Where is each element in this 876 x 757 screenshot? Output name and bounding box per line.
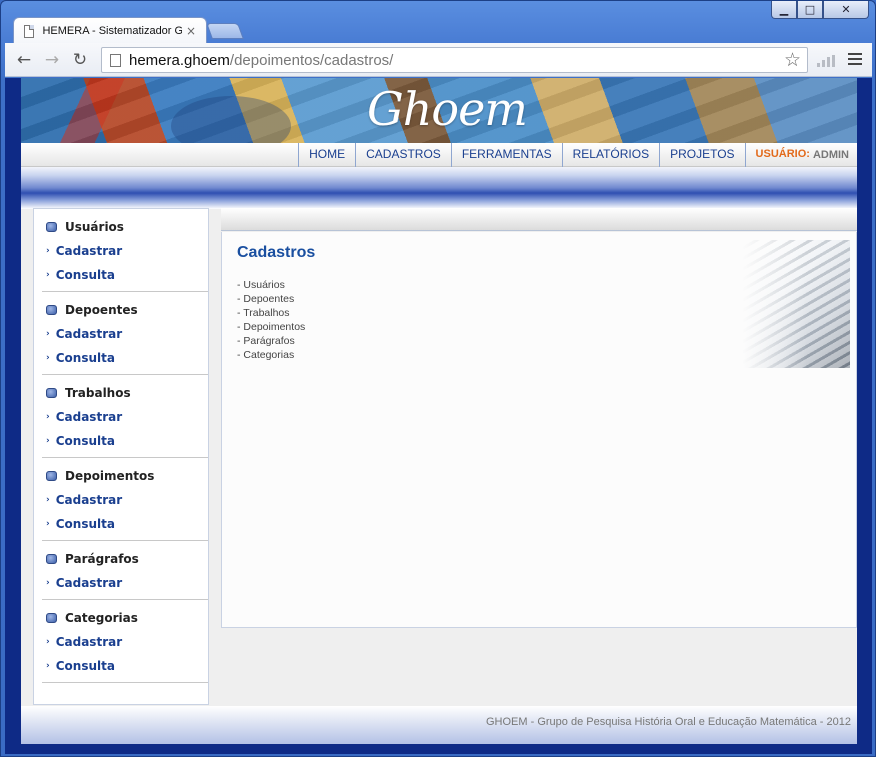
tab-title: HEMERA - Sistematizador GHOEM bbox=[42, 25, 182, 37]
list-item-depoentes[interactable]: - Depoentes bbox=[237, 292, 305, 306]
chevron-right-icon: › bbox=[46, 578, 50, 588]
menu-icon[interactable] bbox=[848, 53, 862, 68]
sidebar-link-usuarios-consulta[interactable]: › Consulta bbox=[42, 263, 208, 287]
page-title: Cadastros bbox=[237, 244, 316, 261]
page-viewport: Ghoem HOME CADASTROS FERRAMENTAS RELATÓR… bbox=[5, 78, 872, 754]
chevron-right-icon: › bbox=[46, 270, 50, 280]
nav-projetos[interactable]: PROJETOS bbox=[659, 143, 744, 167]
sidebar-link-depoentes-cadastrar[interactable]: › Cadastrar bbox=[42, 322, 208, 346]
sidebar-group-title: Trabalhos bbox=[65, 386, 131, 400]
sidebar-group-depoimentos: Depoimentos › Cadastrar › Consulta bbox=[42, 458, 208, 541]
list-item-depoimentos[interactable]: - Depoimentos bbox=[237, 320, 305, 334]
cadastros-list: - Usuários - Depoentes - Trabalhos - Dep… bbox=[237, 278, 305, 362]
page-icon bbox=[24, 24, 35, 38]
chevron-right-icon: › bbox=[46, 412, 50, 422]
site-logo[interactable]: Ghoem bbox=[367, 82, 528, 136]
bookmark-star-icon[interactable]: ☆ bbox=[784, 49, 801, 71]
bullet-icon bbox=[46, 305, 57, 315]
decorative-band bbox=[21, 167, 857, 209]
sidebar-link-trabalhos-cadastrar[interactable]: › Cadastrar bbox=[42, 405, 208, 429]
content-header-bar bbox=[221, 208, 857, 231]
window-controls: ▁ □ ✕ bbox=[771, 1, 869, 19]
footer-text: GHOEM - Grupo de Pesquisa História Oral … bbox=[486, 716, 851, 728]
chevron-right-icon: › bbox=[46, 436, 50, 446]
user-name: ADMIN bbox=[812, 149, 849, 161]
chevron-right-icon: › bbox=[46, 661, 50, 671]
sidebar-group-depoentes: Depoentes › Cadastrar › Consulta bbox=[42, 292, 208, 375]
sidebar-group-title: Usuários bbox=[65, 220, 124, 234]
bullet-icon bbox=[46, 554, 57, 564]
sidebar-link-depoimentos-cadastrar[interactable]: › Cadastrar bbox=[42, 488, 208, 512]
chevron-right-icon: › bbox=[46, 246, 50, 256]
site-container: Ghoem HOME CADASTROS FERRAMENTAS RELATÓR… bbox=[21, 78, 857, 744]
keyboard-hands-image bbox=[742, 240, 850, 368]
minimize-icon[interactable]: ▁ bbox=[771, 1, 797, 19]
browser-window: ▁ □ ✕ HEMERA - Sistematizador GHOEM × ← … bbox=[0, 0, 876, 757]
list-item-paragrafos[interactable]: - Parágrafos bbox=[237, 334, 305, 348]
sidebar-link-categorias-cadastrar[interactable]: › Cadastrar bbox=[42, 630, 208, 654]
sidebar-group-title: Depoentes bbox=[65, 303, 138, 317]
sidebar-group-paragrafos: Parágrafos › Cadastrar bbox=[42, 541, 208, 600]
close-icon[interactable]: ✕ bbox=[823, 1, 869, 19]
main-content: Cadastros - Usuários - Depoentes - Traba… bbox=[221, 232, 857, 628]
user-label: USUÁRIO: bbox=[744, 143, 810, 167]
chevron-right-icon: › bbox=[46, 353, 50, 363]
sidebar-link-paragrafos-cadastrar[interactable]: › Cadastrar bbox=[42, 571, 208, 595]
bullet-icon bbox=[46, 222, 57, 232]
chevron-right-icon: › bbox=[46, 519, 50, 529]
top-navigation: HOME CADASTROS FERRAMENTAS RELATÓRIOS PR… bbox=[21, 143, 857, 167]
sidebar-link-categorias-consulta[interactable]: › Consulta bbox=[42, 654, 208, 678]
extension-signal-icon[interactable] bbox=[817, 55, 835, 67]
nav-cadastros[interactable]: CADASTROS bbox=[355, 143, 451, 167]
bullet-icon bbox=[46, 613, 57, 623]
sidebar: Usuários › Cadastrar › Consulta Depoentes … bbox=[33, 208, 209, 705]
list-item-usuarios[interactable]: - Usuários bbox=[237, 278, 305, 292]
reload-icon[interactable]: ↻ bbox=[69, 49, 91, 71]
forward-icon[interactable]: → bbox=[41, 49, 63, 71]
maximize-icon[interactable]: □ bbox=[797, 1, 823, 19]
chevron-right-icon: › bbox=[46, 329, 50, 339]
nav-ferramentas[interactable]: FERRAMENTAS bbox=[450, 143, 562, 167]
page-icon bbox=[110, 53, 121, 67]
list-item-categorias[interactable]: - Categorias bbox=[237, 348, 305, 362]
sidebar-group-title: Parágrafos bbox=[65, 552, 139, 566]
bullet-icon bbox=[46, 388, 57, 398]
sidebar-link-usuarios-cadastrar[interactable]: › Cadastrar bbox=[42, 239, 208, 263]
url-path: /depoimentos/cadastros/ bbox=[229, 51, 394, 69]
nav-home[interactable]: HOME bbox=[298, 143, 355, 167]
chevron-right-icon: › bbox=[46, 495, 50, 505]
tab-close-icon[interactable]: × bbox=[186, 24, 196, 38]
sidebar-group-title: Categorias bbox=[65, 611, 138, 625]
sidebar-group-title: Depoimentos bbox=[65, 469, 155, 483]
browser-toolbar: ← → ↻ hemera.ghoem/depoimentos/cadastros… bbox=[5, 43, 872, 77]
browser-tab[interactable]: HEMERA - Sistematizador GHOEM × bbox=[13, 17, 207, 44]
sidebar-group-categorias: Categorias › Cadastrar › Consulta bbox=[42, 600, 208, 683]
header-banner: Ghoem bbox=[21, 78, 857, 143]
address-bar[interactable]: hemera.ghoem/depoimentos/cadastros/ ☆ bbox=[101, 47, 808, 73]
sidebar-link-depoimentos-consulta[interactable]: › Consulta bbox=[42, 512, 208, 536]
sidebar-link-depoentes-consulta[interactable]: › Consulta bbox=[42, 346, 208, 370]
sidebar-group-trabalhos: Trabalhos › Cadastrar › Consulta bbox=[42, 375, 208, 458]
chevron-right-icon: › bbox=[46, 637, 50, 647]
sidebar-link-trabalhos-consulta[interactable]: › Consulta bbox=[42, 429, 208, 453]
nav-relatorios[interactable]: RELATÓRIOS bbox=[561, 143, 659, 167]
new-tab-button[interactable] bbox=[206, 23, 244, 39]
list-item-trabalhos[interactable]: - Trabalhos bbox=[237, 306, 305, 320]
footer: GHOEM - Grupo de Pesquisa História Oral … bbox=[21, 706, 857, 744]
sidebar-group-usuarios: Usuários › Cadastrar › Consulta bbox=[42, 209, 208, 292]
back-icon[interactable]: ← bbox=[13, 49, 35, 71]
url-host: hemera.ghoem bbox=[129, 51, 230, 69]
bullet-icon bbox=[46, 471, 57, 481]
